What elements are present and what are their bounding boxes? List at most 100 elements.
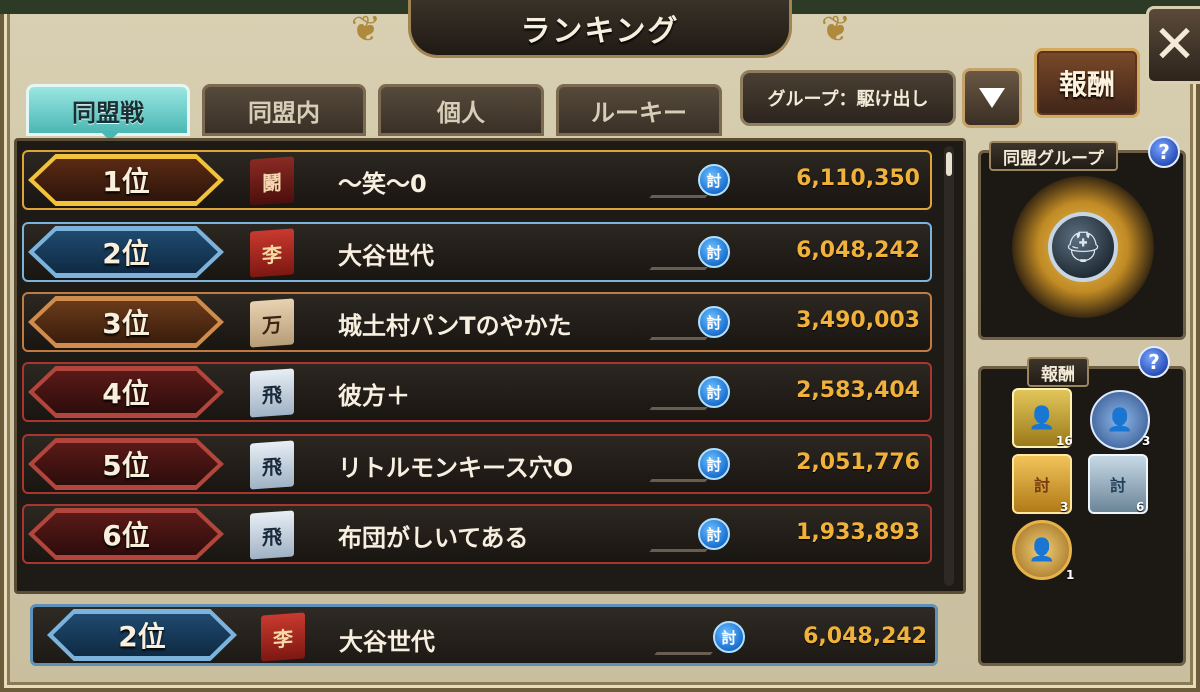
reward-count: 1 bbox=[1066, 568, 1075, 582]
scrollbar-track[interactable] bbox=[944, 146, 954, 586]
tab-alliance-war[interactable]: 同盟戦 bbox=[26, 84, 190, 136]
rank-badge: 2位 bbox=[28, 226, 224, 278]
tab-label: 同盟内 bbox=[248, 98, 320, 127]
tab-within-alliance[interactable]: 同盟内 bbox=[202, 84, 366, 136]
close-button[interactable]: ✕ bbox=[1146, 6, 1200, 84]
rank-label: 4位 bbox=[102, 377, 150, 410]
help-icon: ? bbox=[1148, 350, 1160, 374]
subjugation-glyph: 討 bbox=[721, 628, 737, 647]
alliance-name: 大谷世代 bbox=[339, 628, 435, 656]
alliance-flag-icon: 万 bbox=[250, 298, 294, 348]
rank-label: 5位 bbox=[102, 449, 150, 482]
flag-glyph: 李 bbox=[262, 241, 282, 268]
ranking-row[interactable]: 4位 飛 彼方＋ 討 2,583,404 bbox=[22, 362, 932, 422]
reward-button-label: 報酬 bbox=[1058, 68, 1115, 101]
alliance-group-title: 同盟グループ bbox=[1003, 148, 1104, 169]
page-title: ランキング bbox=[520, 13, 680, 49]
tab-individual[interactable]: 個人 bbox=[378, 84, 544, 136]
flag-glyph: 万 bbox=[262, 311, 282, 338]
tab-label: 個人 bbox=[437, 98, 485, 127]
subjugation-icon: 討 bbox=[698, 448, 730, 480]
helmet-icon: ⛑ bbox=[1048, 212, 1118, 282]
group-dropdown-button[interactable] bbox=[962, 68, 1022, 128]
rank-label: 2位 bbox=[118, 620, 166, 653]
subjugation-glyph: 討 bbox=[706, 455, 722, 474]
flag-glyph: 鬭 bbox=[262, 169, 282, 196]
character-medal-icon[interactable]: 👤 bbox=[1012, 520, 1072, 580]
tab-label: 同盟戦 bbox=[72, 98, 144, 127]
alliance-group-help-button[interactable]: ? bbox=[1148, 136, 1180, 168]
rank-badge: 1位 bbox=[28, 154, 224, 206]
ranking-row[interactable]: 6位 飛 布団がしいてある 討 1,933,893 bbox=[22, 504, 932, 564]
reward-panel-header: 報酬 bbox=[1027, 357, 1089, 387]
rank-badge: 5位 bbox=[28, 438, 224, 490]
reward-panel: 報酬 bbox=[978, 357, 1186, 666]
alliance-group-header: 同盟グループ bbox=[989, 141, 1118, 171]
reward-count: 3 bbox=[1060, 500, 1069, 514]
my-alliance-row[interactable]: 2位 李 大谷世代 討 6,048,242 bbox=[30, 604, 938, 666]
subjugation-icon: 討 bbox=[698, 376, 730, 408]
ranking-row[interactable]: 5位 飛 リトルモンキース穴O 討 2,051,776 bbox=[22, 434, 932, 494]
subjugation-icon: 討 bbox=[698, 236, 730, 268]
rank-badge: 4位 bbox=[28, 366, 224, 418]
reward-count: 6 bbox=[1136, 500, 1145, 514]
flag-glyph: 李 bbox=[273, 625, 293, 652]
reward-help-button[interactable]: ? bbox=[1138, 346, 1170, 378]
flag-glyph: 飛 bbox=[262, 523, 282, 550]
flag-glyph: 飛 bbox=[262, 453, 282, 480]
alliance-name: リトルモンキース穴O bbox=[338, 454, 574, 482]
subjugation-glyph: 討 bbox=[706, 313, 722, 332]
alliance-score: 1,933,893 bbox=[796, 520, 920, 545]
subjugation-glyph: 討 bbox=[706, 383, 722, 402]
subjugation-icon: 討 bbox=[698, 306, 730, 338]
cloud-ornament-right-icon: ❦ bbox=[820, 9, 852, 50]
alliance-name: 〜笑〜0 bbox=[338, 170, 427, 198]
reward-count: 3 bbox=[1142, 434, 1151, 448]
reward-count: 16 bbox=[1056, 434, 1073, 448]
alliance-score: 2,051,776 bbox=[796, 450, 920, 475]
reward-panel-title: 報酬 bbox=[1041, 364, 1075, 385]
alliance-score: 3,490,003 bbox=[796, 308, 920, 333]
flag-glyph: 飛 bbox=[262, 381, 282, 408]
scrollbar-thumb[interactable] bbox=[946, 152, 952, 176]
tab-rookie[interactable]: ルーキー bbox=[556, 84, 722, 136]
alliance-score: 2,583,404 bbox=[796, 378, 920, 403]
alliance-name: 大谷世代 bbox=[338, 242, 434, 270]
alliance-flag-icon: 飛 bbox=[250, 510, 294, 560]
subjugation-icon: 討 bbox=[698, 164, 730, 196]
rank-label: 3位 bbox=[102, 307, 150, 340]
rank-badge: 3位 bbox=[28, 296, 224, 348]
ranking-row[interactable]: 1位 鬭 〜笑〜0 討 6,110,350 bbox=[22, 150, 932, 210]
alliance-flag-icon: 李 bbox=[261, 612, 305, 662]
rank-label: 1位 bbox=[102, 165, 150, 198]
subjugation-glyph: 討 bbox=[706, 171, 722, 190]
tab-label: ルーキー bbox=[591, 98, 687, 127]
close-icon: ✕ bbox=[1152, 15, 1197, 75]
alliance-flag-icon: 飛 bbox=[250, 440, 294, 490]
rank-badge: 2位 bbox=[47, 609, 237, 661]
title-plate: ランキング bbox=[408, 0, 792, 58]
alliance-flag-icon: 李 bbox=[250, 228, 294, 278]
rank-label: 6位 bbox=[102, 519, 150, 552]
subjugation-glyph: 討 bbox=[706, 243, 722, 262]
alliance-name: 彼方＋ bbox=[338, 382, 410, 410]
chevron-down-icon bbox=[979, 88, 1005, 108]
ranking-row[interactable]: 3位 万 城土村パンTのやかた 討 3,490,003 bbox=[22, 292, 932, 352]
cloud-ornament-left-icon: ❦ bbox=[350, 9, 382, 50]
alliance-name: 布団がしいてある bbox=[338, 524, 529, 552]
ranking-row[interactable]: 2位 李 大谷世代 討 6,048,242 bbox=[22, 222, 932, 282]
group-select-label: グループ：駆け出し bbox=[767, 89, 929, 110]
alliance-flag-icon: 鬭 bbox=[250, 156, 294, 206]
subjugation-icon: 討 bbox=[698, 518, 730, 550]
character-medal-icon[interactable]: 👤 bbox=[1090, 390, 1150, 450]
rank-badge: 6位 bbox=[28, 508, 224, 560]
group-select[interactable]: グループ：駆け出し bbox=[740, 70, 956, 126]
reward-button[interactable]: 報酬 bbox=[1034, 48, 1140, 118]
help-icon: ? bbox=[1158, 140, 1170, 164]
alliance-score: 6,048,242 bbox=[796, 238, 920, 263]
rank-label: 2位 bbox=[102, 237, 150, 270]
alliance-score: 6,110,350 bbox=[796, 166, 920, 191]
alliance-name: 城土村パンTのやかた bbox=[338, 312, 572, 340]
subjugation-glyph: 討 bbox=[706, 525, 722, 544]
alliance-score: 6,048,242 bbox=[803, 624, 927, 649]
